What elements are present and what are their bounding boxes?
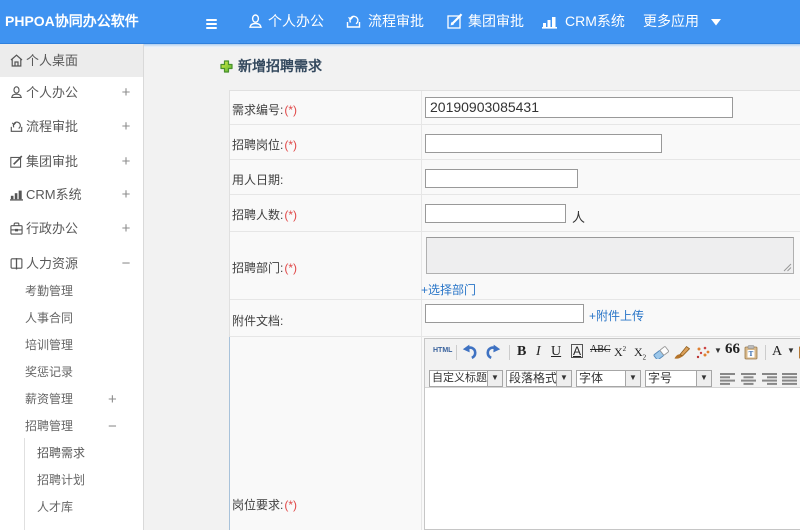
svg-text:T: T [749,350,754,358]
